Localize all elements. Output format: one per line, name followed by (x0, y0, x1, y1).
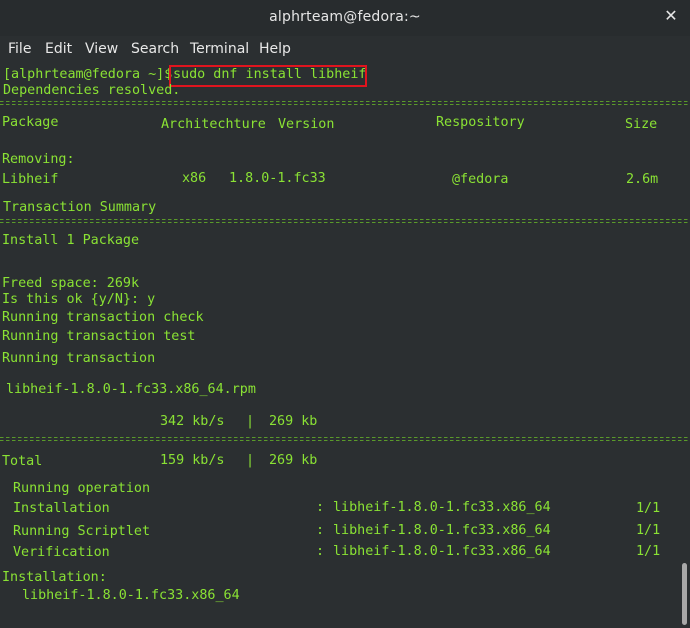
row-arch: x86 (182, 171, 207, 186)
separator-rule (0, 100, 690, 107)
step-label: Running Scriptlet (13, 524, 151, 539)
step-separator: : (316, 523, 325, 538)
command-highlight-box (169, 65, 367, 87)
total-speed: 159 kb/s (160, 453, 225, 468)
total-separator: | (246, 453, 255, 468)
txn-summary: Transaction Summary (3, 200, 157, 215)
download-separator: | (246, 414, 255, 429)
txn-check-line: Running transaction check (2, 310, 204, 325)
menu-terminal[interactable]: Terminal (190, 41, 249, 57)
header-repo: Respository (436, 115, 525, 130)
title-bar: alphrteam@fedora:~ ✕ (0, 0, 690, 36)
terminal-output[interactable]: [alphrteam@fedora ~]$ sudo dnf install l… (0, 63, 690, 628)
header-version: Version (278, 117, 335, 132)
separator-rule (0, 218, 690, 225)
scrollbar-thumb[interactable] (682, 563, 687, 625)
row-size: 2.6m (626, 172, 659, 187)
menu-help[interactable]: Help (259, 41, 291, 57)
txn-running-line: Running transaction (2, 351, 156, 366)
menu-bar: File Edit View Search Terminal Help (0, 36, 690, 63)
download-size: 269 kb (269, 414, 318, 429)
header-size: Size (625, 117, 658, 132)
step-package: libheif-1.8.0-1.fc33.x86_64 (333, 523, 551, 538)
freed-space-line: Freed space: 269k (2, 276, 140, 291)
total-label: Total (2, 454, 43, 469)
step-package: libheif-1.8.0-1.fc33.x86_64 (333, 544, 551, 559)
step-count: 1/1 (636, 501, 661, 516)
step-separator: : (316, 544, 325, 559)
menu-view[interactable]: View (85, 41, 118, 57)
rpm-file-line: libheif-1.8.0-1.fc33.x86_64.rpm (6, 382, 256, 397)
running-operation-line: Running operation (13, 481, 151, 496)
installed-package: libheif-1.8.0-1.fc33.x86_64 (22, 588, 240, 603)
step-label: Verification (13, 545, 110, 560)
separator-rule (0, 436, 690, 443)
step-count: 1/1 (636, 523, 661, 538)
menu-edit[interactable]: Edit (45, 41, 72, 57)
installed-header: Installation: (2, 570, 107, 585)
shell-prompt: [alphrteam@fedora ~]$ (3, 67, 173, 82)
deps-line: Dependencies resolved. (3, 83, 181, 98)
install-package-line: Install 1 Package (2, 233, 140, 248)
step-label: Installation (13, 501, 110, 516)
window-title: alphrteam@fedora:~ (269, 9, 421, 25)
menu-search[interactable]: Search (131, 41, 179, 57)
row-package: Libheif (2, 172, 59, 187)
download-speed: 342 kb/s (160, 414, 225, 429)
removing-label: Removing: (2, 152, 75, 167)
row-version: 1.8.0-1.fc33 (229, 171, 326, 186)
close-icon[interactable]: ✕ (662, 7, 680, 25)
step-separator: : (316, 500, 325, 515)
confirm-line: Is this ok {y/N}: y (2, 292, 156, 307)
step-package: libheif-1.8.0-1.fc33.x86_64 (333, 500, 551, 515)
header-arch: Architechture (161, 117, 266, 132)
txn-test-line: Running transaction test (2, 329, 196, 344)
menu-file[interactable]: File (8, 41, 31, 57)
total-size: 269 kb (269, 453, 318, 468)
step-count: 1/1 (636, 544, 661, 559)
row-repo: @fedora (452, 172, 509, 187)
header-package: Package (2, 115, 59, 130)
